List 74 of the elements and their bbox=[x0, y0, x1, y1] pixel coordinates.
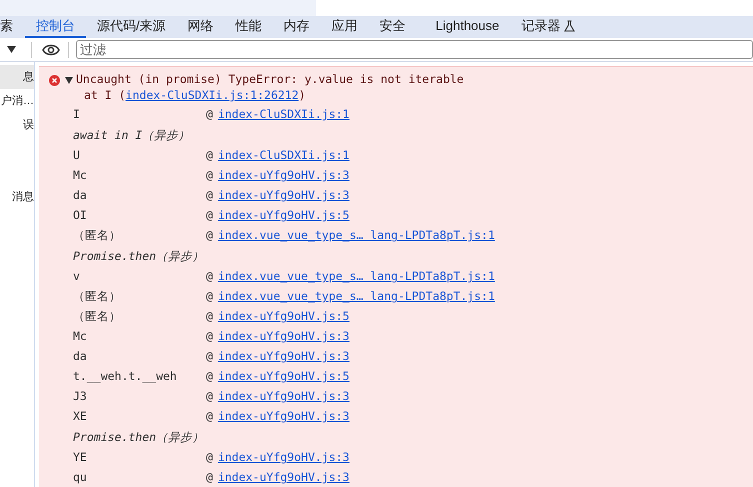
async-boundary-label: Promise.then（异步） bbox=[73, 248, 204, 265]
panel-tab[interactable]: 源代码/来源 bbox=[86, 16, 177, 38]
panel-tab[interactable]: 性能 bbox=[224, 16, 273, 38]
source-link[interactable]: index-uYfg9oHV.js:3 bbox=[218, 328, 350, 346]
at-sign: @ bbox=[206, 348, 213, 366]
at-sign: @ bbox=[206, 147, 213, 164]
at-sign: @ bbox=[206, 449, 213, 466]
panel-tab[interactable]: 应用 bbox=[320, 16, 369, 38]
eye-icon[interactable] bbox=[42, 44, 60, 56]
at-sign: @ bbox=[206, 167, 213, 184]
dropdown-icon[interactable] bbox=[7, 46, 16, 53]
at-sign: @ bbox=[206, 288, 213, 306]
at-sign: @ bbox=[206, 187, 213, 204]
function-name: qu bbox=[73, 469, 88, 486]
at-sign: @ bbox=[206, 268, 213, 286]
function-name: U bbox=[73, 147, 81, 164]
sidebar-item[interactable]: 误 bbox=[0, 113, 34, 137]
at-sign: @ bbox=[206, 328, 213, 346]
function-name: da bbox=[73, 348, 88, 366]
source-link[interactable]: index-uYfg9oHV.js:3 bbox=[218, 348, 350, 366]
panel-tab[interactable]: 网络 bbox=[176, 16, 225, 38]
sidebar-item[interactable]: 息 bbox=[0, 65, 34, 89]
error-message: Uncaught (in promise) TypeError: y.value is not iterable bbox=[76, 71, 464, 88]
source-link[interactable]: index-uYfg9oHV.js:3 bbox=[218, 388, 350, 406]
async-boundary-label: await in I（异步） bbox=[73, 126, 190, 144]
source-link[interactable]: index-uYfg9oHV.js:3 bbox=[218, 469, 350, 487]
function-name: XE bbox=[73, 408, 88, 426]
source-link[interactable]: index.vue_vue_type_s… lang-LPDTa8pT.js:1 bbox=[218, 268, 495, 286]
source-link[interactable]: index-uYfg9oHV.js:5 bbox=[218, 308, 350, 326]
at-sign: @ bbox=[206, 368, 213, 386]
at-sign: @ bbox=[206, 408, 213, 426]
panel-tab[interactable]: 记录器 bbox=[510, 16, 586, 38]
at-sign: @ bbox=[206, 207, 213, 224]
at-sign: @ bbox=[206, 106, 213, 124]
source-link[interactable]: index-uYfg9oHV.js:5 bbox=[218, 207, 350, 225]
function-name: da bbox=[73, 187, 88, 204]
source-link[interactable]: index-uYfg9oHV.js:3 bbox=[218, 408, 350, 426]
source-link[interactable]: index-CluSDXIi.js:1 bbox=[218, 106, 350, 124]
panel-tab[interactable]: 控制台 bbox=[25, 16, 86, 38]
source-link[interactable]: index.vue_vue_type_s… lang-LPDTa8pT.js:1 bbox=[218, 227, 495, 245]
source-link[interactable]: index-uYfg9oHV.js:3 bbox=[218, 187, 350, 205]
at-sign: @ bbox=[206, 308, 213, 326]
function-name: I bbox=[73, 106, 81, 124]
filter-field[interactable]: 过滤 bbox=[76, 40, 753, 59]
function-name: YE bbox=[73, 449, 88, 466]
panel-tab[interactable]: 安全 bbox=[368, 16, 417, 38]
error-location-text: at I ( bbox=[84, 87, 126, 101]
expand-arrow-icon[interactable] bbox=[65, 76, 73, 84]
panel-tab[interactable]: 素 bbox=[0, 16, 25, 38]
sidebar-item[interactable]: 消息 bbox=[0, 185, 34, 209]
source-link[interactable]: index-uYfg9oHV.js:3 bbox=[218, 167, 350, 185]
error-location-text: ) bbox=[298, 87, 306, 101]
sidebar-item[interactable]: 户消… bbox=[0, 89, 34, 113]
at-sign: @ bbox=[206, 469, 213, 486]
at-sign: @ bbox=[206, 227, 213, 244]
function-name: Mc bbox=[73, 167, 88, 184]
source-link[interactable]: index-uYfg9oHV.js:5 bbox=[218, 368, 350, 386]
function-name: v bbox=[73, 268, 81, 286]
function-name: Mc bbox=[73, 328, 88, 346]
async-boundary-label: Promise.then（异步） bbox=[73, 428, 204, 446]
function-name: （匿名） bbox=[73, 288, 122, 306]
source-link[interactable]: index-uYfg9oHV.js:3 bbox=[218, 449, 350, 467]
source-link[interactable]: index.vue_vue_type_s… lang-LPDTa8pT.js:1 bbox=[218, 288, 495, 306]
panel-tab[interactable]: 内存 bbox=[272, 16, 321, 38]
error-icon bbox=[49, 74, 60, 86]
at-sign: @ bbox=[206, 388, 213, 406]
function-name: t.__weh.t.__weh bbox=[73, 368, 178, 386]
function-name: J3 bbox=[73, 388, 88, 406]
panel-tab[interactable]: Lighthouse bbox=[424, 16, 510, 38]
function-name: OI bbox=[73, 207, 88, 224]
function-name: （匿名） bbox=[73, 308, 122, 326]
function-name: （匿名） bbox=[73, 227, 122, 244]
source-link[interactable]: index-CluSDXIi.js:1 bbox=[218, 147, 350, 165]
source-link[interactable]: index-CluSDXIi.js:1:26212 bbox=[126, 87, 299, 101]
